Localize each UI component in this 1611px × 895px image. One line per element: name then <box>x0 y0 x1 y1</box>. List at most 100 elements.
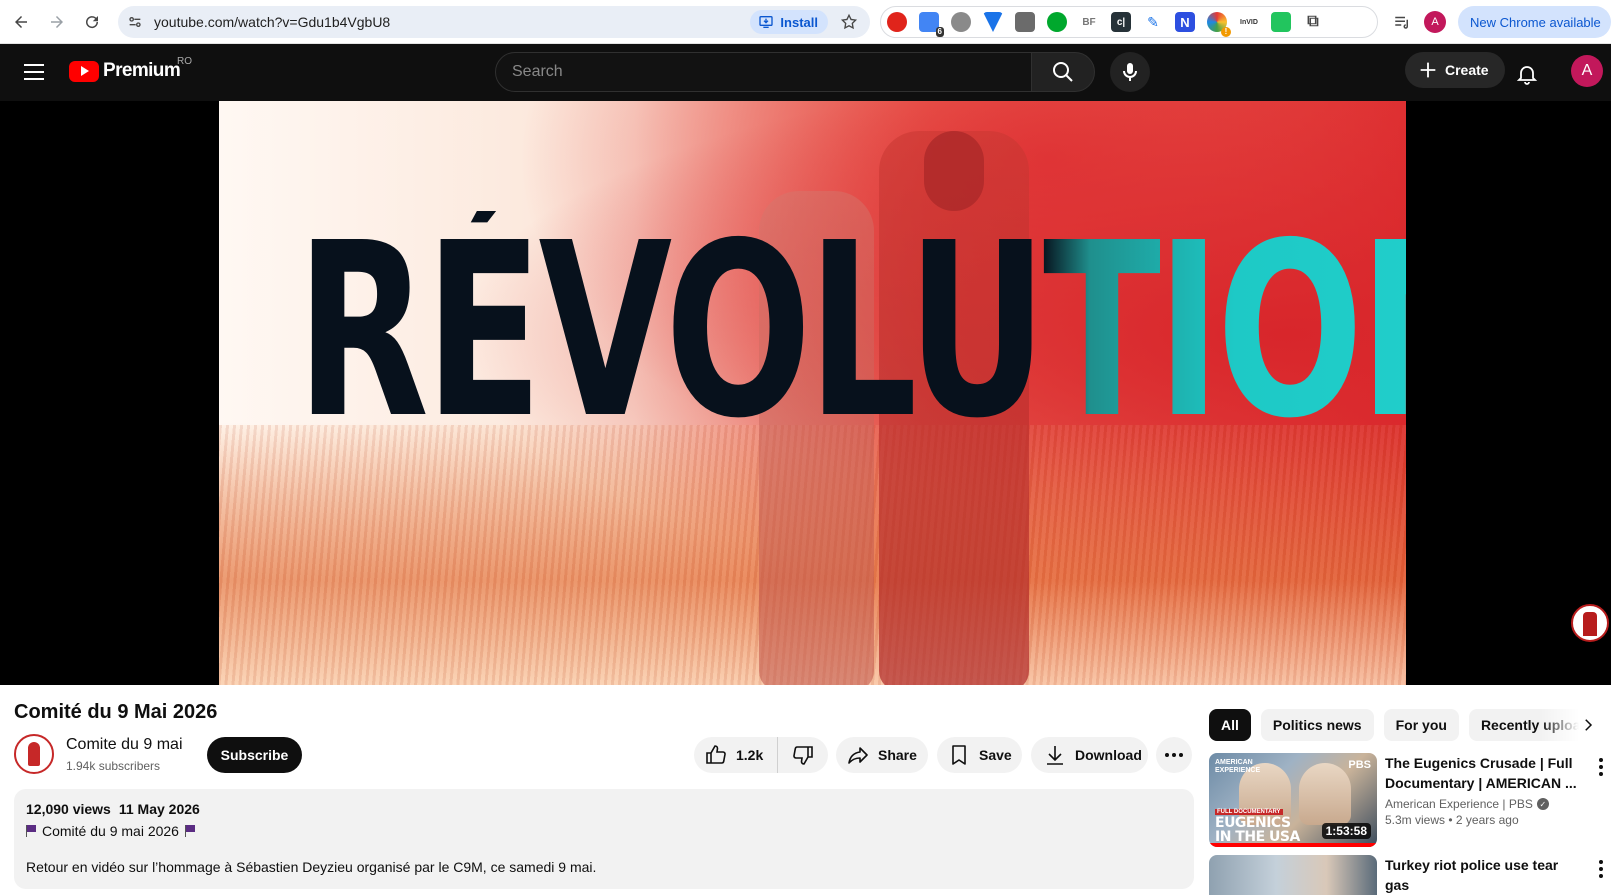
chevron-right-icon <box>1585 719 1593 731</box>
thumbs-up-icon <box>706 745 726 764</box>
country-code: RO <box>177 56 192 67</box>
account-avatar[interactable]: A <box>1571 55 1603 87</box>
more-vertical-icon[interactable] <box>1594 755 1608 779</box>
search-input[interactable] <box>512 63 1031 81</box>
description-box[interactable]: 12,090 views 11 May 2026 Comité du 9 mai… <box>14 789 1194 889</box>
search-button[interactable] <box>1031 52 1095 92</box>
recommendation-thumbnail[interactable] <box>1209 855 1377 895</box>
share-label: Share <box>878 747 917 763</box>
download-button[interactable]: Download <box>1031 737 1148 773</box>
extension-badge-icon[interactable]: 6 <box>919 12 944 37</box>
chrome-profile-avatar[interactable]: A <box>1424 11 1446 33</box>
recommendation-channel[interactable]: American Experience | PBS ✓ <box>1385 797 1585 811</box>
tag-line-text: Comité du 9 mai 2026 <box>42 823 179 839</box>
voice-search-button[interactable] <box>1110 52 1150 92</box>
bookmark-icon <box>952 745 966 765</box>
menu-icon[interactable] <box>20 58 48 86</box>
create-button[interactable]: Create <box>1405 52 1505 88</box>
recommendation-title[interactable]: Turkey riot police use tear gas <box>1385 855 1585 895</box>
recommendation-views: 5.3m views <box>1385 813 1446 827</box>
channel-name[interactable]: Comite du 9 mai <box>66 736 183 754</box>
video-title: Comité du 9 Mai 2026 <box>14 701 218 723</box>
recommendation-title[interactable]: The Eugenics Crusade | Full Documentary … <box>1385 753 1585 793</box>
channel-watermark-icon[interactable] <box>1571 604 1609 642</box>
reload-icon <box>86 16 99 29</box>
ci-icon[interactable]: c| <box>1111 12 1131 32</box>
chip-for-you[interactable]: For you <box>1383 709 1459 741</box>
vee-icon[interactable] <box>983 12 1003 32</box>
recommendation-info: Turkey riot police use tear gas <box>1385 855 1585 895</box>
invid-label: InVID <box>1240 18 1258 26</box>
recommendation-item[interactable]: Turkey riot police use tear gas <box>1209 855 1611 895</box>
flag-icon <box>184 825 195 837</box>
n-icon[interactable]: N <box>1175 12 1195 32</box>
evernote-icon[interactable] <box>1047 12 1067 32</box>
notifications-button[interactable] <box>1509 56 1545 92</box>
chips-next-button[interactable] <box>1540 709 1611 741</box>
install-icon <box>759 16 774 28</box>
more-vertical-icon[interactable] <box>1594 857 1608 881</box>
bf-label: BF <box>1082 16 1096 28</box>
flag-icon <box>26 825 36 837</box>
save-button[interactable]: Save <box>937 737 1022 773</box>
pbs-logo: PBS <box>1348 759 1371 771</box>
forward-button[interactable] <box>40 5 74 39</box>
more-actions-button[interactable] <box>1156 737 1192 773</box>
share-button[interactable]: Share <box>836 737 928 773</box>
description-tag-line: Comité du 9 mai 2026 <box>26 823 1182 839</box>
building-icon[interactable] <box>1015 12 1035 32</box>
subscribe-button[interactable]: Subscribe <box>207 737 302 773</box>
bell-icon <box>1516 66 1538 85</box>
site-info-icon[interactable] <box>124 11 146 33</box>
install-app-button[interactable]: Install <box>750 10 828 34</box>
search-icon <box>1053 62 1073 82</box>
back-arrow-icon <box>15 16 27 28</box>
channel-avatar[interactable] <box>14 734 54 774</box>
youtube-masthead: Premium RO Create A <box>0 44 1611 101</box>
youtube-premium-logo[interactable]: Premium RO <box>69 56 192 82</box>
warning-badge: ! <box>1221 27 1231 37</box>
reload-button[interactable] <box>75 5 109 39</box>
download-icon <box>1047 746 1063 765</box>
green-app-icon[interactable] <box>1271 12 1291 32</box>
dislike-button[interactable] <box>778 737 828 773</box>
address-bar[interactable]: youtube.com/watch?v=Gdu1b4VgbU8 Install <box>118 6 870 38</box>
like-button[interactable]: 1.2k <box>694 737 779 773</box>
description-text: Retour en vidéo sur l’hommage à Sébastie… <box>26 859 597 875</box>
invid-icon[interactable]: InVID <box>1239 12 1259 32</box>
bookmark-star-icon[interactable] <box>838 11 860 33</box>
opera-icon[interactable] <box>887 12 907 32</box>
verified-check-icon: ✓ <box>1536 798 1549 810</box>
like-dislike-group: 1.2k <box>694 737 828 773</box>
subscriber-count: 1.94k subscribers <box>66 759 161 773</box>
recommendation-info: The Eugenics Crusade | Full Documentary … <box>1385 753 1585 847</box>
thumbnail-headline: EUGENICS IN THE USA <box>1215 815 1300 845</box>
chip-politics-news[interactable]: Politics news <box>1260 709 1374 741</box>
create-label: Create <box>1445 62 1489 78</box>
bf-icon[interactable]: BF <box>1079 12 1099 32</box>
recommendation-meta: 5.3m views • 2 years ago <box>1385 813 1519 827</box>
recommendation-channel-name: American Experience | PBS <box>1385 797 1533 811</box>
forward-arrow-icon <box>51 16 63 28</box>
video-frame[interactable]: RÉVOLUTION <box>219 101 1406 685</box>
upload-date: 11 May 2026 <box>118 801 200 817</box>
puzzle-icon[interactable]: ⧉ <box>1303 12 1323 32</box>
feather-icon[interactable]: ✎ <box>1143 12 1163 32</box>
new-chrome-available-button[interactable]: New Chrome available <box>1458 6 1611 38</box>
chip-all[interactable]: All <box>1209 709 1251 741</box>
robot-icon[interactable] <box>951 12 971 32</box>
youtube-play-icon <box>69 60 99 82</box>
colorwheel-icon[interactable]: ! <box>1207 12 1231 37</box>
install-label: Install <box>780 14 818 30</box>
thumbs-down-icon <box>793 746 813 765</box>
media-control-icon[interactable] <box>1392 12 1412 32</box>
plus-icon <box>1420 62 1436 78</box>
url-text[interactable]: youtube.com/watch?v=Gdu1b4VgbU8 <box>154 14 750 30</box>
recommendation-item[interactable]: AMERICAN EXPERIENCE PBS FULL DOCUMENTARY… <box>1209 753 1611 847</box>
video-player[interactable]: RÉVOLUTION <box>0 101 1611 685</box>
ci-label: c| <box>1116 16 1126 28</box>
like-count: 1.2k <box>736 747 764 763</box>
back-button[interactable] <box>4 5 38 39</box>
video-duration: 1:53:58 <box>1321 823 1371 839</box>
recommendation-thumbnail[interactable]: AMERICAN EXPERIENCE PBS FULL DOCUMENTARY… <box>1209 753 1377 847</box>
